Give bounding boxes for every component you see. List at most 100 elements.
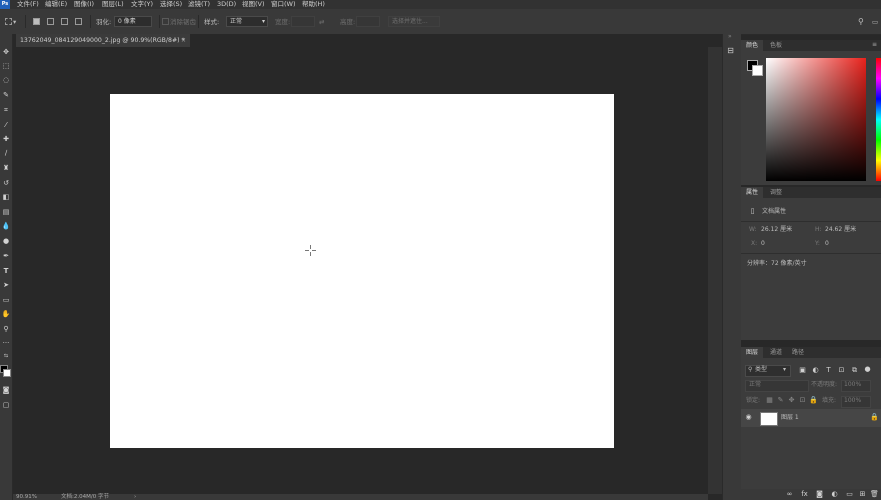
lock-pixels-icon[interactable]: ✎ [776,396,785,405]
background-color-swatch[interactable] [752,65,763,76]
gradient-tool-icon[interactable]: ▤ [0,206,12,219]
eyedropper-tool-icon[interactable]: ⁄ [0,119,12,132]
marquee-tool-icon[interactable] [5,18,12,25]
intersect-selection-icon[interactable] [75,18,82,25]
menu-edit[interactable]: 编辑(E) [45,0,67,9]
menu-type[interactable]: 文字(Y) [131,0,153,9]
add-selection-icon[interactable] [47,18,54,25]
zoom-level[interactable]: 90.91% [16,494,37,500]
collapse-arrow-icon[interactable]: » [728,33,732,40]
tab-adjustments[interactable]: 调整 [765,187,787,198]
tab-paths[interactable]: 路径 [787,347,809,358]
document-canvas[interactable] [110,94,614,448]
menu-view[interactable]: 视图(V) [242,0,265,9]
path-select-tool-icon[interactable]: ➤ [0,279,12,292]
layer-name[interactable]: 图层 1 [781,414,799,422]
pen-tool-icon[interactable]: ✒ [0,250,12,263]
menu-3d[interactable]: 3D(D) [217,0,236,9]
antialias-checkbox[interactable] [162,18,169,25]
opacity-input[interactable]: 100% [841,380,871,392]
lock-icon: 🔒 [870,413,879,421]
background-color-swatch[interactable] [3,369,11,377]
color-picker-field[interactable] [766,58,866,181]
y-value[interactable]: 0 [825,240,829,248]
width-input[interactable] [291,16,315,27]
hand-tool-icon[interactable]: ✋ [0,308,12,321]
delete-layer-icon[interactable]: 🗑 [870,490,879,499]
new-selection-icon[interactable] [33,18,40,25]
fill-input[interactable]: 100% [841,396,871,408]
menu-help[interactable]: 帮助(H) [302,0,325,9]
tab-properties[interactable]: 属性 [741,187,764,198]
layer-style-icon[interactable]: fx [800,490,809,499]
layer-row[interactable]: ◉ 图层 1 🔒 [741,409,881,427]
width-value[interactable]: 26.12 厘米 [761,226,792,234]
type-tool-icon[interactable]: T [0,265,12,278]
healing-brush-tool-icon[interactable]: ✚ [0,133,12,146]
vertical-scrollbar[interactable] [708,47,722,494]
panel-menu-icon[interactable]: ≡ [872,41,877,48]
chevron-right-icon[interactable]: › [134,494,136,500]
chevron-down-icon[interactable]: ▾ [13,17,16,27]
new-layer-icon[interactable]: ⊞ [858,490,867,499]
marquee-tool-icon[interactable]: ⬚ [0,60,12,73]
tab-channels[interactable]: 通道 [765,347,787,358]
zoom-tool-icon[interactable]: ⚲ [0,323,12,336]
shape-filter-icon[interactable]: ⊡ [837,366,846,375]
screen-mode-icon[interactable]: ▢ [0,399,12,412]
type-filter-icon[interactable]: T [824,366,833,375]
tab-swatches[interactable]: 色板 [765,40,787,51]
history-panel-icon[interactable]: ⊟ [725,45,736,56]
lock-transparent-icon[interactable]: ▦ [765,396,774,405]
clone-stamp-tool-icon[interactable]: ♜ [0,162,12,175]
smart-object-filter-icon[interactable]: ⧉ [850,366,859,375]
x-value[interactable]: 0 [761,240,765,248]
crop-tool-icon[interactable]: ⌗ [0,104,12,117]
history-brush-tool-icon[interactable]: ↺ [0,177,12,190]
tab-color[interactable]: 颜色 [741,40,764,51]
style-select[interactable]: 正常 ▾ [226,16,268,27]
more-tools-icon[interactable]: ··· [0,337,12,350]
eye-icon[interactable]: ◉ [744,413,753,422]
workspace-icon[interactable]: ▭ [872,17,878,27]
lasso-tool-icon[interactable]: ◌ [0,74,12,87]
quick-mask-icon[interactable]: ◙ [0,384,12,397]
filter-toggle-icon[interactable]: ● [863,365,872,374]
blend-mode-select[interactable]: 正常 [745,380,809,392]
brush-tool-icon[interactable]: ∕ [0,147,12,160]
menu-image[interactable]: 图像(I) [74,0,94,9]
close-icon[interactable]: × [181,34,186,47]
eraser-tool-icon[interactable]: ◧ [0,191,12,204]
lock-all-icon[interactable]: 🔒 [809,396,818,405]
tab-layers[interactable]: 图层 [741,347,764,358]
height-input[interactable] [356,16,380,27]
pixel-layer-filter-icon[interactable]: ▣ [798,366,807,375]
swap-icon[interactable]: ⇄ [319,17,324,27]
blur-tool-icon[interactable]: 💧 [0,220,12,233]
height-value[interactable]: 24.62 厘米 [825,226,856,234]
dodge-tool-icon[interactable]: ● [0,235,12,248]
rectangle-tool-icon[interactable]: ▭ [0,294,12,307]
move-tool-icon[interactable]: ✥ [0,46,12,59]
search-icon[interactable]: ⚲ [858,17,864,27]
hue-slider[interactable] [876,58,881,181]
adjustment-filter-icon[interactable]: ◐ [811,366,820,375]
link-layers-icon[interactable]: ∞ [785,490,794,499]
menu-file[interactable]: 文件(F) [17,0,39,9]
layer-kind-filter[interactable]: ⚲ 类型 ▾ [745,365,791,377]
menu-select[interactable]: 选择(S) [160,0,182,9]
menu-window[interactable]: 窗口(W) [271,0,296,9]
adjustment-layer-icon[interactable]: ◐ [830,490,839,499]
new-group-icon[interactable]: ▭ [845,490,854,499]
subtract-selection-icon[interactable] [61,18,68,25]
feather-input[interactable]: 0 像素 [114,16,152,27]
quick-select-tool-icon[interactable]: ✎ [0,89,12,102]
select-and-mask-button[interactable]: 选择并遮住... [388,16,440,27]
menu-filter[interactable]: 滤镜(T) [188,0,210,9]
lock-artboard-icon[interactable]: ⊡ [798,396,807,405]
menu-layer[interactable]: 图层(L) [102,0,124,9]
lock-position-icon[interactable]: ✥ [787,396,796,405]
swap-colors-icon[interactable]: ⇆ [0,350,12,363]
document-tab[interactable]: 13762049_084129049000_2.jpg @ 90.9%(RGB/… [16,34,190,47]
add-mask-icon[interactable]: ◙ [815,490,824,499]
